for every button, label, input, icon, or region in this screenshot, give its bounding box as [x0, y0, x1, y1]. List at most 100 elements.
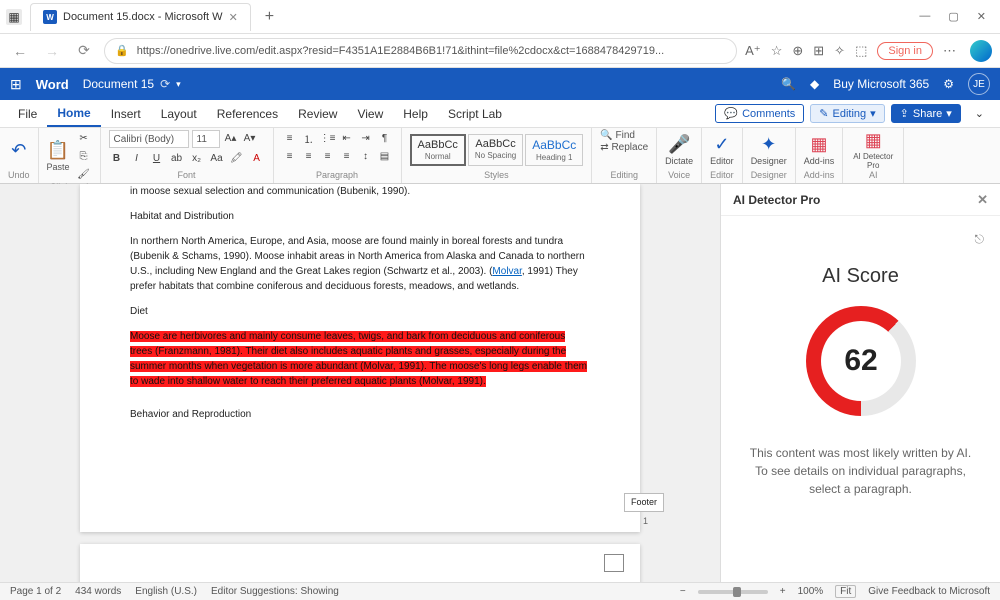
designer-button[interactable]: ✦Designer	[751, 134, 787, 166]
browser-square-icon[interactable]: ▦	[6, 9, 22, 25]
justify-button[interactable]: ≡	[339, 148, 355, 164]
status-language[interactable]: English (U.S.)	[135, 586, 197, 597]
zoom-level[interactable]: 100%	[798, 586, 824, 597]
dictate-button[interactable]: 🎤Dictate	[665, 134, 693, 166]
underline-button[interactable]: U	[149, 150, 165, 166]
replace-button[interactable]: ⇄ Replace	[600, 142, 648, 153]
window-minimize-button[interactable]: —	[919, 10, 930, 23]
window-maximize-button[interactable]: ▢	[948, 10, 958, 23]
editor-button[interactable]: ✓Editor	[710, 134, 734, 166]
tab-view[interactable]: View	[347, 100, 393, 127]
search-icon[interactable]: 🔍	[781, 77, 796, 91]
favorites-icon[interactable]: ✧	[834, 43, 845, 59]
addins-button[interactable]: ▦Add-ins	[804, 134, 835, 166]
font-color-button[interactable]: A	[249, 150, 265, 166]
signin-button[interactable]: Sign in	[877, 42, 933, 60]
numbering-button[interactable]: ⒈	[301, 130, 317, 146]
bing-icon[interactable]	[970, 40, 992, 62]
signout-icon[interactable]: ⎋	[975, 232, 985, 247]
bold-button[interactable]: B	[109, 150, 125, 166]
forward-button[interactable]: →	[40, 39, 64, 63]
comments-button[interactable]: 💬Comments	[715, 104, 804, 123]
tab-review[interactable]: Review	[288, 100, 347, 127]
copy-button[interactable]: ⎘	[76, 148, 92, 164]
zoom-out-button[interactable]: −	[680, 586, 686, 597]
status-wordcount[interactable]: 434 words	[75, 586, 121, 597]
tab-scriptlab[interactable]: Script Lab	[438, 100, 512, 127]
header-box[interactable]	[604, 554, 624, 572]
font-size-select[interactable]: 11	[192, 130, 220, 148]
format-painter-button[interactable]: 🖌	[76, 166, 92, 182]
back-button[interactable]: ←	[8, 39, 32, 63]
highlighted-paragraph[interactable]: Moose are herbivores and mainly consume …	[130, 329, 590, 389]
star-icon[interactable]: ☆	[771, 43, 783, 59]
align-right-button[interactable]: ≡	[320, 148, 336, 164]
feedback-link[interactable]: Give Feedback to Microsoft	[868, 586, 990, 597]
collections-icon[interactable]: ⊞	[813, 43, 824, 59]
body-text[interactable]: In northern North America, Europe, and A…	[130, 234, 590, 294]
grow-font-button[interactable]: A▴	[223, 130, 239, 146]
more-icon[interactable]: ⋯	[943, 43, 956, 59]
bullets-button[interactable]: ≡	[282, 130, 298, 146]
multilevel-button[interactable]: ⋮≡	[320, 130, 336, 146]
ai-detector-button[interactable]: ▦AI Detector Pro	[851, 130, 895, 170]
settings-gear-icon[interactable]: ⚙	[943, 77, 954, 91]
highlight-button[interactable]: 🖍	[229, 150, 245, 166]
find-button[interactable]: 🔍 Find	[600, 130, 635, 141]
status-suggestions[interactable]: Editor Suggestions: Showing	[211, 586, 339, 597]
align-left-button[interactable]: ≡	[282, 148, 298, 164]
heading-diet[interactable]: Diet	[130, 304, 590, 319]
style-normal[interactable]: AaBbCcNormal	[410, 134, 466, 166]
heading-behavior[interactable]: Behavior and Reproduction	[130, 407, 590, 422]
align-center-button[interactable]: ≡	[301, 148, 317, 164]
document-canvas[interactable]: in moose sexual selection and communicat…	[0, 184, 720, 582]
document-name[interactable]: Document 15 ⟳ ▾	[83, 77, 181, 91]
paragraph-marks-button[interactable]: ¶	[377, 130, 393, 146]
tab-layout[interactable]: Layout	[151, 100, 207, 127]
window-close-button[interactable]: ✕	[977, 10, 986, 23]
status-page[interactable]: Page 1 of 2	[10, 586, 61, 597]
indent-increase-button[interactable]: ⇥	[358, 130, 374, 146]
zoom-in-button[interactable]: +	[780, 586, 786, 597]
ribbon-collapse-button[interactable]: ⌄	[967, 104, 992, 123]
document-page-2[interactable]	[80, 544, 640, 582]
indent-decrease-button[interactable]: ⇤	[339, 130, 355, 146]
tab-insert[interactable]: Insert	[101, 100, 151, 127]
line-spacing-button[interactable]: ↕	[358, 148, 374, 164]
editing-mode-button[interactable]: ✎Editing▾	[810, 104, 884, 123]
tab-close-icon[interactable]: ✕	[229, 11, 238, 24]
pane-close-button[interactable]: ✕	[977, 192, 988, 208]
app-launcher-icon[interactable]: ⊞	[10, 76, 22, 93]
citation-link[interactable]: Molvar	[492, 266, 521, 277]
style-nospacing[interactable]: AaBbCcNo Spacing	[468, 134, 523, 166]
body-text[interactable]: in moose sexual selection and communicat…	[130, 184, 590, 199]
undo-button[interactable]: ↶	[11, 140, 26, 161]
url-input[interactable]: 🔒 https://onedrive.live.com/edit.aspx?re…	[104, 38, 737, 64]
share-button[interactable]: ⇪Share▾	[891, 104, 961, 123]
fit-button[interactable]: Fit	[835, 585, 856, 598]
buy-m365-link[interactable]: Buy Microsoft 365	[833, 77, 929, 91]
document-page-1[interactable]: in moose sexual selection and communicat…	[80, 184, 640, 532]
tab-references[interactable]: References	[207, 100, 288, 127]
zoom-slider[interactable]	[698, 590, 768, 594]
shading-button[interactable]: ▤	[377, 148, 393, 164]
heading-habitat[interactable]: Habitat and Distribution	[130, 209, 590, 224]
case-button[interactable]: Aa	[209, 150, 225, 166]
refresh-button[interactable]: ⟳	[72, 39, 96, 63]
italic-button[interactable]: I	[129, 150, 145, 166]
paste-button[interactable]: 📋Paste	[47, 140, 70, 172]
shrink-font-button[interactable]: A▾	[242, 130, 258, 146]
tab-home[interactable]: Home	[47, 100, 100, 127]
footer-label[interactable]: Footer	[624, 493, 664, 513]
new-tab-button[interactable]: +	[259, 8, 280, 26]
strikethrough-button[interactable]: ab	[169, 150, 185, 166]
tab-help[interactable]: Help	[393, 100, 438, 127]
style-heading1[interactable]: AaBbCcHeading 1	[525, 134, 583, 166]
cut-button[interactable]: ✂	[76, 130, 92, 146]
diamond-icon[interactable]: ◆	[810, 77, 819, 91]
subscript-button[interactable]: x₂	[189, 150, 205, 166]
tab-file[interactable]: File	[8, 100, 47, 127]
browser-tab[interactable]: W Document 15.docx - Microsoft W ✕	[30, 3, 251, 31]
font-family-select[interactable]: Calibri (Body)	[109, 130, 189, 148]
reader-icon[interactable]: A⁺	[745, 43, 761, 59]
